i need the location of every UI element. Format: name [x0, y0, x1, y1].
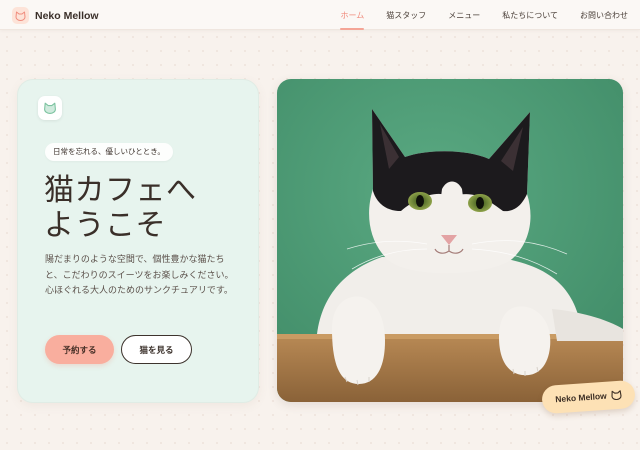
nav-item-about[interactable]: 私たちについて [502, 0, 558, 30]
brand-logo[interactable]: Neko Mellow [12, 7, 99, 24]
nav-item-contact[interactable]: お問い合わせ [580, 0, 628, 30]
hero-card: 日常を忘れる、優しいひととき。 猫カフェへ ようこそ 陽だまりのような空間で、個… [17, 79, 259, 403]
cat-face-icon [12, 7, 29, 24]
hero-title-line-1: 猫カフェへ [44, 173, 197, 208]
nav-item-menu[interactable]: メニュー [448, 0, 480, 30]
nav-item-home[interactable]: ホーム [340, 0, 364, 30]
view-cats-button[interactable]: 猫を見る [121, 335, 192, 364]
reserve-button[interactable]: 予約する [45, 335, 114, 364]
hero-title-line-2: ようこそ [44, 208, 166, 243]
hero-title: 猫カフェへ ようこそ [44, 173, 254, 243]
hero-tagline: 日常を忘れる、優しいひととき。 [45, 143, 173, 161]
main-nav: ホーム 猫スタッフ メニュー 私たちについて お問い合わせ [318, 0, 628, 30]
hero-description: 陽だまりのような空間で、個性豊かな猫たちと、こだわりのスイーツをお楽しみください… [45, 255, 234, 296]
brand-name: Neko Mellow [35, 9, 99, 22]
cat-face-icon [610, 390, 622, 401]
black-and-white-cat-photo [277, 79, 623, 402]
top-navigation-bar: Neko Mellow ホーム 猫スタッフ メニュー 私たちについて お問い合わ… [0, 0, 640, 30]
cat-face-icon [38, 96, 62, 120]
badge-label: Neko Mellow [554, 390, 608, 405]
nav-item-cat-staff[interactable]: 猫スタッフ [386, 0, 426, 30]
